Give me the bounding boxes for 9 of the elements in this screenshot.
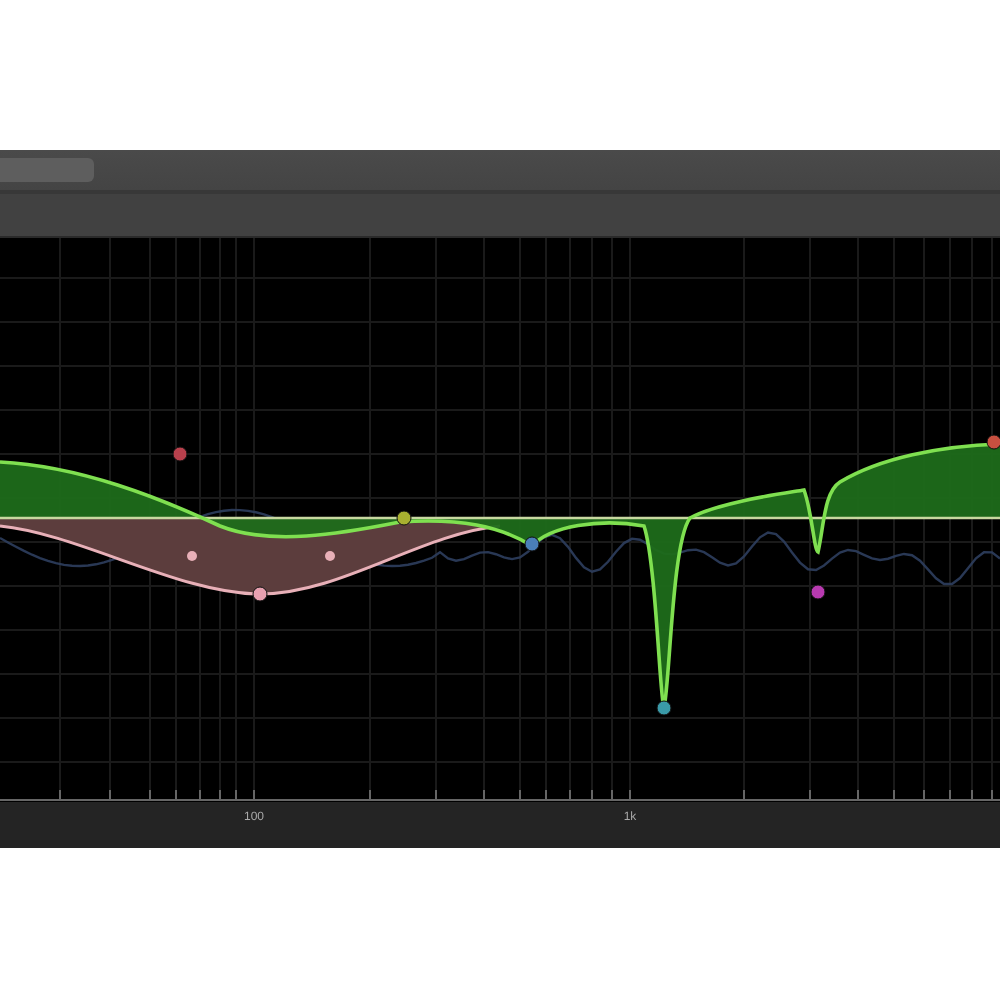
band-node[interactable] bbox=[172, 446, 188, 462]
band-node[interactable] bbox=[986, 434, 1000, 450]
band-node[interactable] bbox=[252, 586, 268, 602]
band-node[interactable] bbox=[810, 584, 826, 600]
band-node[interactable] bbox=[396, 510, 412, 526]
width-handle[interactable] bbox=[187, 551, 197, 561]
band-node[interactable] bbox=[656, 700, 672, 716]
width-handle[interactable] bbox=[325, 551, 335, 561]
band-node[interactable] bbox=[524, 536, 540, 552]
